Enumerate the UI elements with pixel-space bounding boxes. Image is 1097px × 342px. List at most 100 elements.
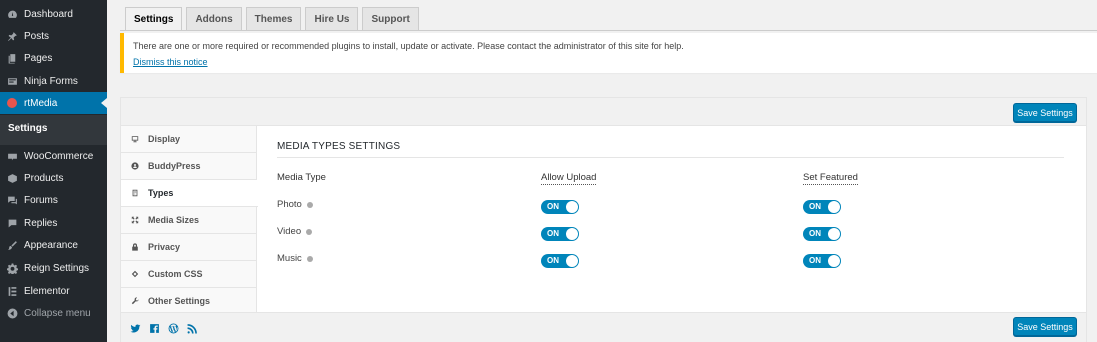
section-title: MEDIA TYPES SETTINGS xyxy=(277,141,401,152)
video-set-featured-toggle[interactable]: ON xyxy=(803,227,841,241)
info-icon[interactable] xyxy=(306,255,313,262)
sidebar-item-ninja-forms[interactable]: Ninja Forms xyxy=(0,70,107,92)
nav-item-media-sizes[interactable]: Media Sizes xyxy=(121,207,257,234)
sidebar-item-label: Collapse menu xyxy=(24,307,91,319)
media-type-photo: Photo xyxy=(277,199,313,210)
music-allow-upload-toggle[interactable]: ON xyxy=(541,254,579,268)
resize-icon xyxy=(121,216,148,224)
photo-set-featured-toggle[interactable]: ON xyxy=(803,200,841,214)
column-media-type: Media Type xyxy=(277,172,326,183)
info-icon[interactable] xyxy=(306,201,313,208)
toggle-state: ON xyxy=(809,202,821,211)
sidebar-item-woocommerce[interactable]: WooCommerce xyxy=(0,145,107,167)
wordpress-icon[interactable] xyxy=(168,322,179,337)
dismiss-notice-link[interactable]: Dismiss this notice xyxy=(133,57,208,67)
wrench-icon xyxy=(121,296,148,305)
toggle-state: ON xyxy=(547,202,559,211)
media-type-video: Video xyxy=(277,226,313,237)
replies-icon xyxy=(0,218,24,229)
sidebar-item-label: rtMedia xyxy=(24,97,58,109)
panel-footer: Save Settings xyxy=(121,312,1086,342)
forums-icon xyxy=(0,195,24,206)
media-type-music: Music xyxy=(277,253,313,264)
toggle-knob xyxy=(566,228,578,240)
section-divider xyxy=(277,157,1064,158)
admin-notice: There are one or more required or recomm… xyxy=(120,33,1097,73)
woocommerce-icon xyxy=(0,151,24,162)
nav-item-label: Media Sizes xyxy=(148,215,200,225)
admin-sidebar: Dashboard Posts Pages Ninja Forms rtMedi… xyxy=(0,0,107,342)
sidebar-item-label: WooCommerce xyxy=(24,150,94,162)
sidebar-item-products[interactable]: Products xyxy=(0,167,107,189)
nav-item-buddypress[interactable]: BuddyPress xyxy=(121,153,257,180)
save-settings-button-bottom[interactable]: Save Settings xyxy=(1013,317,1077,336)
nav-item-display[interactable]: Display xyxy=(121,126,257,153)
toggle-knob xyxy=(828,228,840,240)
toggle-knob xyxy=(566,255,578,267)
sidebar-item-label: Products xyxy=(24,172,64,184)
notice-message: There are one or more required or recomm… xyxy=(133,41,684,51)
lock-icon xyxy=(121,243,148,251)
tab-themes[interactable]: Themes xyxy=(245,7,302,30)
pin-icon xyxy=(0,31,24,42)
monitor-icon xyxy=(121,135,148,143)
form-icon xyxy=(0,76,24,87)
pages-icon xyxy=(0,53,24,64)
toggle-state: ON xyxy=(809,229,821,238)
settings-panel: Save Settings Display BuddyPress Types M… xyxy=(120,97,1087,342)
tab-settings[interactable]: Settings xyxy=(125,7,183,31)
nav-item-label: Privacy xyxy=(148,242,181,252)
rss-icon[interactable] xyxy=(187,322,198,337)
sidebar-item-reign-settings[interactable]: Reign Settings xyxy=(0,257,107,279)
collapse-menu-button[interactable]: Collapse menu xyxy=(0,302,107,324)
nav-item-types[interactable]: Types xyxy=(121,180,258,207)
sidebar-item-label: Forums xyxy=(24,194,58,206)
nav-item-custom-css[interactable]: Custom CSS xyxy=(121,261,257,288)
toggle-knob xyxy=(828,255,840,267)
info-icon[interactable] xyxy=(306,228,313,235)
nav-item-label: Display xyxy=(148,134,181,144)
music-set-featured-toggle[interactable]: ON xyxy=(803,254,841,268)
tabs-divider xyxy=(120,30,1097,31)
sidebar-item-pages[interactable]: Pages xyxy=(0,47,107,69)
video-allow-upload-toggle[interactable]: ON xyxy=(541,227,579,241)
sidebar-item-appearance[interactable]: Appearance xyxy=(0,234,107,256)
tab-support[interactable]: Support xyxy=(362,7,419,30)
nav-item-other-settings[interactable]: Other Settings xyxy=(121,287,257,314)
products-icon xyxy=(0,173,24,184)
sidebar-item-replies[interactable]: Replies xyxy=(0,212,107,234)
sidebar-item-elementor[interactable]: Elementor xyxy=(0,280,107,302)
save-settings-button-top[interactable]: Save Settings xyxy=(1013,103,1077,122)
sidebar-item-forums[interactable]: Forums xyxy=(0,189,107,211)
brush-icon xyxy=(0,240,24,251)
tab-hire-us[interactable]: Hire Us xyxy=(305,7,359,30)
sidebar-item-rtmedia[interactable]: rtMedia xyxy=(0,92,107,114)
gear-icon xyxy=(0,263,24,274)
toggle-knob xyxy=(566,201,578,213)
facebook-icon[interactable] xyxy=(149,322,160,337)
rtmedia-icon xyxy=(0,98,24,108)
sidebar-item-label: Posts xyxy=(24,30,50,42)
social-links xyxy=(130,322,198,337)
sidebar-item-dashboard[interactable]: Dashboard xyxy=(0,3,107,25)
settings-left-nav: Display BuddyPress Types Media Sizes Pri… xyxy=(121,126,258,314)
nav-item-label: Custom CSS xyxy=(148,269,203,279)
css-icon xyxy=(121,270,148,278)
column-allow-upload: Allow Upload xyxy=(541,172,597,185)
toggle-state: ON xyxy=(547,229,559,238)
sidebar-item-label: Dashboard xyxy=(24,8,73,20)
twitter-icon[interactable] xyxy=(130,322,141,337)
media-type-label: Video xyxy=(277,226,302,237)
nav-item-privacy[interactable]: Privacy xyxy=(121,234,257,261)
sidebar-item-label: Replies xyxy=(24,217,58,229)
sidebar-item-label: Ninja Forms xyxy=(24,75,78,87)
nav-item-label: Other Settings xyxy=(148,295,211,306)
tab-addons[interactable]: Addons xyxy=(186,7,242,30)
toggle-state: ON xyxy=(547,256,559,265)
toggle-state: ON xyxy=(809,256,821,265)
sidebar-item-posts[interactable]: Posts xyxy=(0,25,107,47)
submenu-item-settings[interactable]: Settings xyxy=(8,123,47,134)
toggle-knob xyxy=(828,201,840,213)
sidebar-item-label: Reign Settings xyxy=(24,262,90,274)
photo-allow-upload-toggle[interactable]: ON xyxy=(541,200,579,214)
